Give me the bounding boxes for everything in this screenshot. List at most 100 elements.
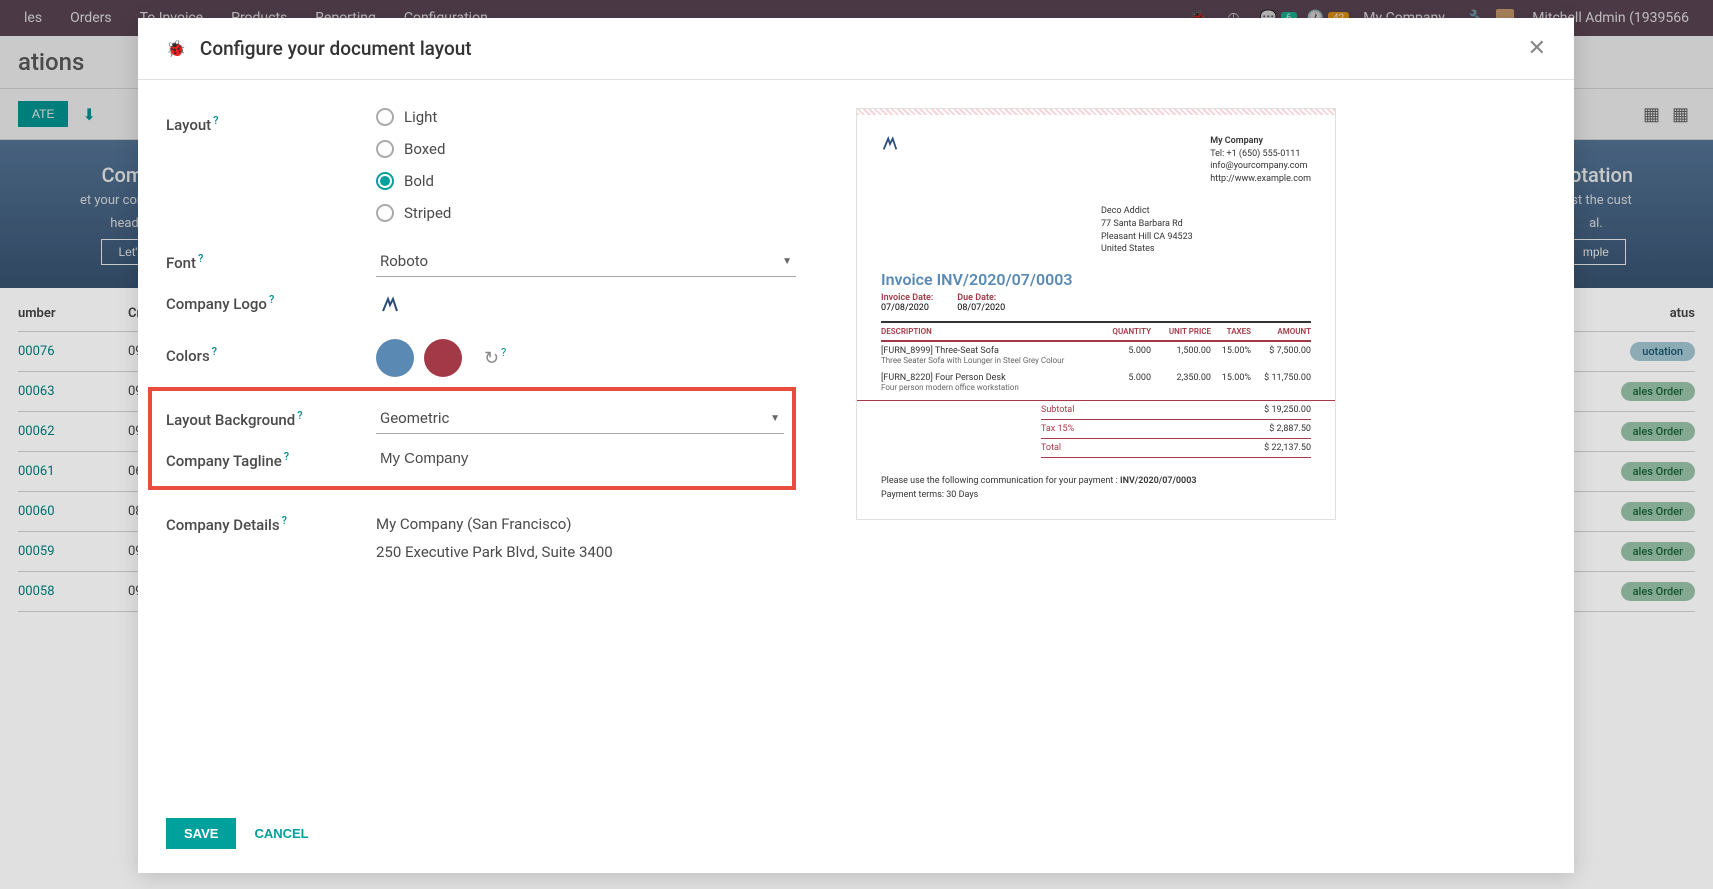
addr-street: 77 Santa Barbara Rd	[1101, 218, 1311, 231]
document-preview: My Company Tel: +1 (650) 555-0111 info@y…	[856, 108, 1336, 520]
primary-color-swatch[interactable]	[376, 339, 414, 377]
modal-header: 🐞 Configure your document layout ✕	[138, 18, 1574, 80]
radio-icon	[376, 140, 394, 158]
font-select[interactable]: Roboto ▼	[376, 246, 796, 277]
tax-label: Tax 15%	[1041, 424, 1074, 434]
invoice-date: 07/08/2020	[881, 303, 933, 313]
radio-icon	[376, 108, 394, 126]
colors-label: Colors?	[166, 339, 376, 365]
details-line1[interactable]: My Company (San Francisco)	[376, 508, 796, 536]
help-icon[interactable]: ?	[212, 345, 217, 358]
total-value: $ 22,137.50	[1264, 443, 1311, 453]
th-desc: DESCRIPTION	[881, 327, 1101, 336]
tagline-input[interactable]	[376, 444, 784, 474]
radio-label: Boxed	[404, 140, 445, 158]
line-price: 2,350.00	[1151, 373, 1211, 392]
th-tax: TAXES	[1211, 327, 1251, 336]
line-qty: 5.000	[1101, 373, 1151, 392]
line-sub: Three Seater Sofa with Lounger in Steel …	[881, 356, 1101, 365]
colors-row: Colors? ↻?	[166, 339, 796, 377]
subtotal-value: $ 19,250.00	[1264, 405, 1311, 415]
table-head: DESCRIPTION QUANTITY UNIT PRICE TAXES AM…	[881, 321, 1311, 342]
preview-company-info: My Company Tel: +1 (650) 555-0111 info@y…	[1210, 135, 1311, 185]
form-column: Layout? Light Boxed Bold	[166, 108, 796, 776]
layout-row: Layout? Light Boxed Bold	[166, 108, 796, 236]
tagline-row: Company Tagline?	[166, 444, 784, 474]
company-tel: Tel: +1 (650) 555-0111	[1210, 148, 1311, 161]
company-name: My Company	[1210, 135, 1311, 148]
line-item: [FURN_8220] Four Person Desk Four person…	[881, 369, 1311, 396]
layout-option-striped[interactable]: Striped	[376, 204, 796, 222]
layout-bg-label: Layout Background?	[166, 403, 376, 429]
logo-label: Company Logo?	[166, 287, 376, 313]
help-icon[interactable]: ?	[282, 514, 287, 527]
select-value: Roboto	[380, 252, 428, 270]
help-icon[interactable]: ?	[213, 114, 218, 127]
font-label: Font?	[166, 246, 376, 272]
close-icon[interactable]: ✕	[1528, 36, 1546, 61]
layout-bg-row: Layout Background? Geometric ▼	[166, 403, 784, 434]
layout-label: Layout?	[166, 108, 376, 134]
tagline-label: Company Tagline?	[166, 444, 376, 470]
addr-city: Pleasant Hill CA 94523	[1101, 231, 1311, 244]
subtotal-label: Subtotal	[1041, 405, 1074, 415]
due-date-label: Due Date:	[957, 293, 1005, 303]
line-tax: 15.00%	[1211, 346, 1251, 365]
logo-row: Company Logo?	[166, 287, 796, 319]
debug-icon[interactable]: 🐞	[166, 39, 186, 58]
preview-totals: Subtotal $ 19,250.00 Tax 15% $ 2,887.50 …	[857, 400, 1335, 458]
tax-value: $ 2,887.50	[1269, 424, 1311, 434]
line-tax: 15.00%	[1211, 373, 1251, 392]
line-amt: $ 11,750.00	[1251, 373, 1311, 392]
preview-customer-address: Deco Addict 77 Santa Barbara Rd Pleasant…	[1077, 193, 1335, 255]
logo-preview[interactable]	[376, 291, 404, 319]
preview-line-items: DESCRIPTION QUANTITY UNIT PRICE TAXES AM…	[857, 321, 1335, 396]
details-line2[interactable]: 250 Executive Park Blvd, Suite 3400	[376, 536, 796, 564]
preview-invoice-title: Invoice INV/2020/07/0003	[857, 256, 1335, 293]
total-label: Total	[1041, 443, 1061, 453]
th-price: UNIT PRICE	[1151, 327, 1211, 336]
save-button[interactable]: SAVE	[166, 818, 236, 849]
line-desc: [FURN_8220] Four Person Desk	[881, 373, 1101, 383]
addr-name: Deco Addict	[1101, 205, 1311, 218]
radio-icon	[376, 172, 394, 190]
layout-bg-select[interactable]: Geometric ▼	[376, 403, 784, 434]
company-email: info@yourcompany.com	[1210, 160, 1311, 173]
line-item: [FURN_8999] Three-Seat Sofa Three Seater…	[881, 342, 1311, 369]
layout-option-boxed[interactable]: Boxed	[376, 140, 796, 158]
preview-footer: Please use the following communication f…	[857, 458, 1335, 519]
preview-dates: Invoice Date: 07/08/2020 Due Date: 08/07…	[857, 293, 1335, 313]
help-icon[interactable]: ?	[198, 252, 203, 265]
line-amt: $ 7,500.00	[1251, 346, 1311, 365]
font-row: Font? Roboto ▼	[166, 246, 796, 277]
modal-body: Layout? Light Boxed Bold	[138, 80, 1574, 804]
details-label: Company Details?	[166, 508, 376, 534]
preview-logo	[881, 135, 901, 155]
comm-text: Please use the following communication f…	[881, 476, 1120, 486]
help-icon[interactable]: ?	[284, 450, 289, 463]
layout-option-light[interactable]: Light	[376, 108, 796, 126]
line-price: 1,500.00	[1151, 346, 1211, 365]
help-icon[interactable]: ?	[269, 293, 274, 306]
chevron-down-icon: ▼	[770, 413, 780, 424]
cancel-button[interactable]: CANCEL	[254, 826, 308, 841]
line-sub: Four person modern office workstation	[881, 383, 1101, 392]
help-icon[interactable]: ?	[297, 409, 302, 422]
radio-label: Striped	[404, 204, 451, 222]
line-desc: [FURN_8999] Three-Seat Sofa	[881, 346, 1101, 356]
radio-label: Light	[404, 108, 437, 126]
invoice-date-label: Invoice Date:	[881, 293, 933, 303]
modal-title: Configure your document layout	[200, 37, 472, 60]
layout-option-bold[interactable]: Bold	[376, 172, 796, 190]
refresh-icon[interactable]: ↻	[484, 348, 499, 369]
secondary-color-swatch[interactable]	[424, 339, 462, 377]
due-date: 08/07/2020	[957, 303, 1005, 313]
select-value: Geometric	[380, 409, 449, 427]
payment-terms: Payment terms: 30 Days	[881, 488, 1311, 502]
radio-icon	[376, 204, 394, 222]
line-qty: 5.000	[1101, 346, 1151, 365]
radio-label: Bold	[404, 172, 434, 190]
help-icon[interactable]: ?	[501, 346, 506, 359]
company-website: http://www.example.com	[1210, 173, 1311, 186]
addr-country: United States	[1101, 243, 1311, 256]
